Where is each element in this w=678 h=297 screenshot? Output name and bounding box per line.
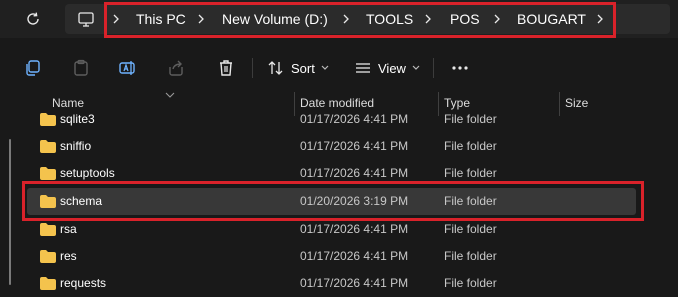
file-name: sqlite3 [60,112,95,126]
folder-icon [40,195,56,208]
breadcrumb-item-bougart[interactable]: BOUGART [517,11,586,27]
file-date-modified: 01/17/2026 4:41 PM [300,166,409,180]
file-name: setuptools [60,166,115,180]
file-type: File folder [444,249,497,263]
file-date-modified: 01/17/2026 4:41 PM [300,139,409,153]
file-type: File folder [444,166,497,180]
refresh-icon[interactable] [23,9,43,29]
breadcrumb-item-this-pc[interactable]: This PC [136,11,186,27]
sort-direction-icon [165,92,175,98]
view-button[interactable]: View [354,56,420,80]
file-type: File folder [444,194,497,208]
list-item[interactable]: sqlite3 01/17/2026 4:41 PM File folder [27,106,636,133]
list-item-selected[interactable]: schema 01/20/2026 3:19 PM File folder [27,188,636,215]
file-type: File folder [444,112,497,126]
view-icon [356,63,370,73]
breadcrumb-item-pos[interactable]: POS [450,11,480,27]
file-date-modified: 01/20/2026 3:19 PM [300,194,409,208]
command-bar: Sort View [0,38,678,98]
sort-icon [268,61,283,75]
folder-icon [40,223,56,236]
more-options-icon[interactable] [450,56,470,80]
list-item[interactable]: rsa 01/17/2026 4:41 PM File folder [27,216,636,243]
chevron-right-icon[interactable] [111,11,121,27]
folder-icon [40,113,56,126]
folder-icon [40,277,56,290]
chevron-right-icon[interactable] [341,11,351,27]
breadcrumb-item-tools[interactable]: TOOLS [366,11,413,27]
chevron-right-icon[interactable] [196,11,206,27]
share-icon[interactable] [166,56,186,80]
file-type: File folder [444,222,497,236]
address-bar-area: This PC New Volume (D:) TOOLS POS BOUGAR… [0,0,678,38]
file-name: rsa [60,222,77,236]
folder-icon [40,140,56,153]
folder-icon [40,250,56,263]
vertical-scrollbar[interactable] [9,139,11,285]
file-list: Name Date modified Type Size sqlite3 01/… [0,92,678,290]
sort-button[interactable]: Sort [267,56,329,80]
file-name: res [60,249,77,263]
file-date-modified: 01/17/2026 4:41 PM [300,276,409,290]
file-type: File folder [444,276,497,290]
file-date-modified: 01/17/2026 4:41 PM [300,112,409,126]
breadcrumb[interactable]: This PC New Volume (D:) TOOLS POS BOUGAR… [65,4,670,34]
breadcrumb-item-new-volume[interactable]: New Volume (D:) [222,11,328,27]
trash-icon[interactable] [216,56,236,80]
toolbar-divider [252,58,253,78]
file-name: sniffio [60,139,92,153]
file-name: schema [60,194,103,208]
view-label: View [378,60,406,76]
file-type: File folder [444,139,497,153]
chevron-right-icon[interactable] [492,11,502,27]
list-item[interactable]: setuptools 01/17/2026 4:41 PM File folde… [27,160,636,187]
file-name: requests [60,276,107,290]
folder-icon [40,167,56,180]
list-item[interactable]: sniffio 01/17/2026 4:41 PM File folder [27,133,636,160]
toolbar-divider [433,58,434,78]
computer-icon[interactable] [77,10,95,28]
chevron-right-icon[interactable] [595,11,605,27]
file-date-modified: 01/17/2026 4:41 PM [300,222,409,236]
copy-icon[interactable] [23,56,43,80]
chevron-down-icon [412,65,420,70]
list-item[interactable]: res 01/17/2026 4:41 PM File folder [27,243,636,270]
chevron-right-icon[interactable] [423,11,433,27]
chevron-down-icon [321,65,329,70]
rename-icon[interactable] [118,56,138,80]
list-item[interactable]: requests 01/17/2026 4:41 PM File folder [27,270,636,297]
paste-icon[interactable] [71,56,91,80]
file-date-modified: 01/17/2026 4:41 PM [300,249,409,263]
sort-label: Sort [291,60,315,76]
